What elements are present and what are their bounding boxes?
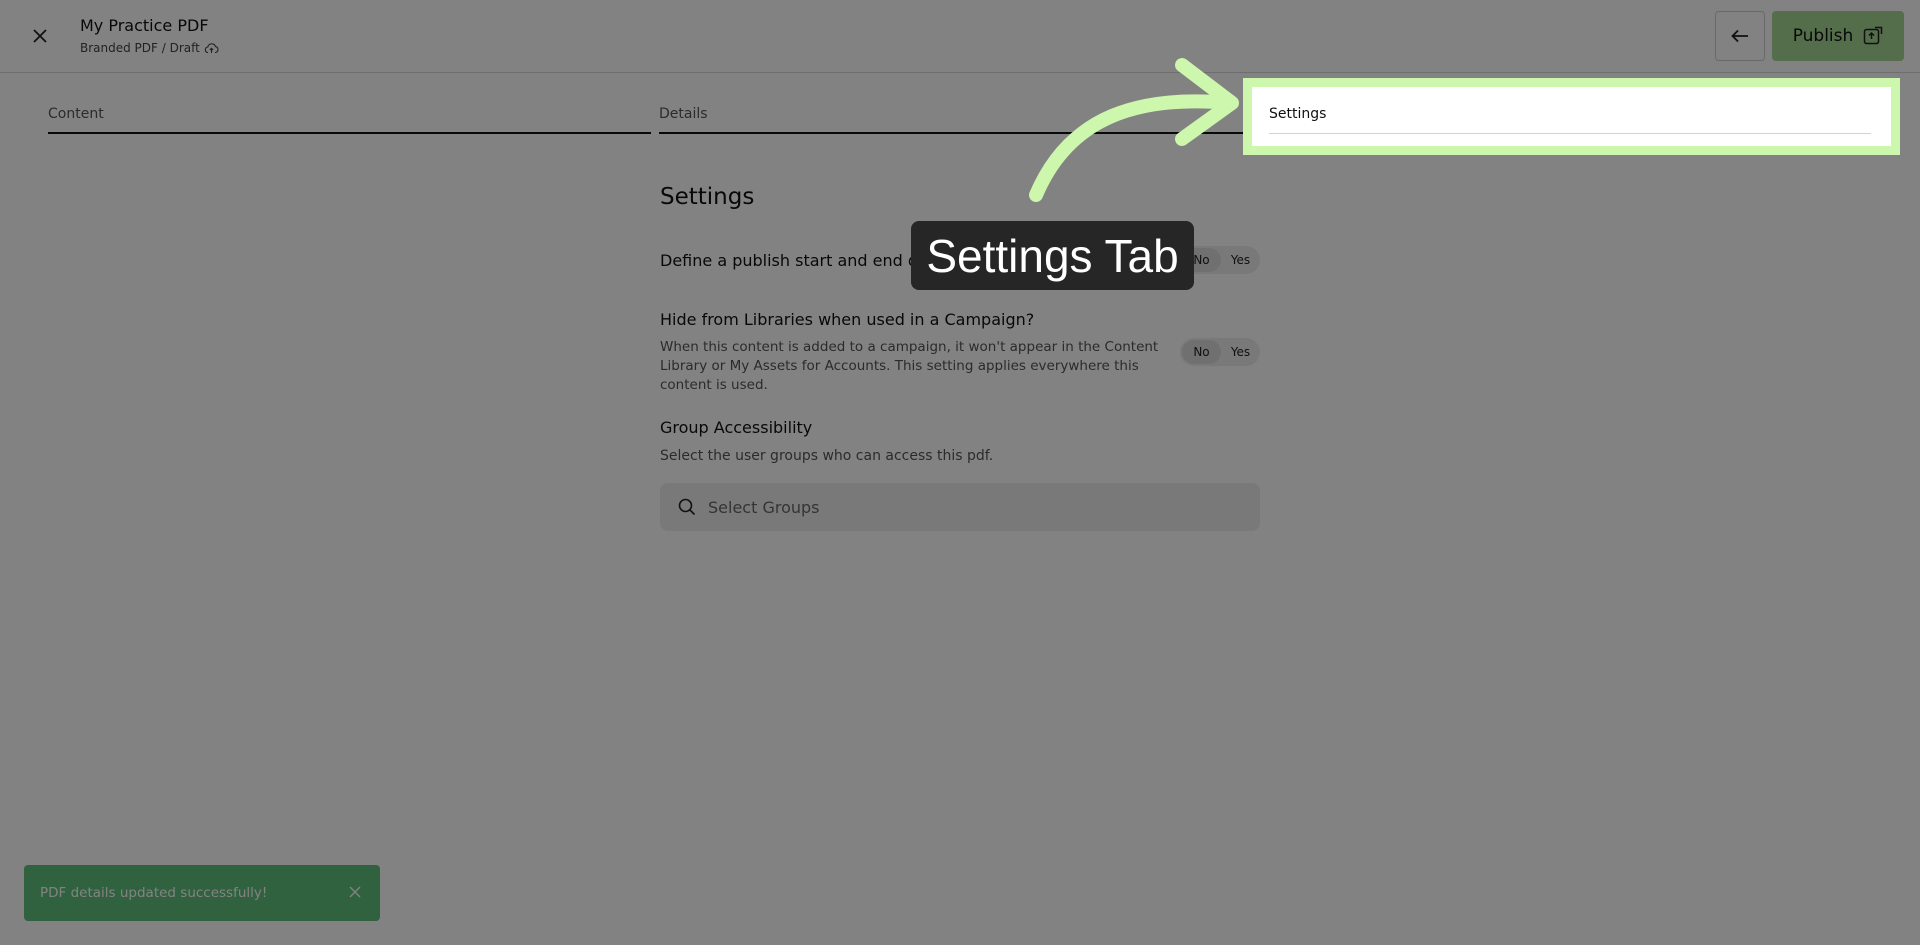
search-icon	[678, 498, 696, 516]
close-button[interactable]	[24, 22, 56, 50]
tab-content[interactable]: Content	[48, 104, 651, 134]
tab-settings[interactable]: Settings	[1269, 104, 1871, 134]
annotation-tooltip: Settings Tab	[911, 221, 1194, 290]
group-accessibility-label: Group Accessibility	[660, 418, 813, 437]
tab-details-label: Details	[659, 106, 708, 122]
group-accessibility-desc: Select the user groups who can access th…	[660, 448, 994, 464]
tab-settings-label: Settings	[1269, 106, 1327, 122]
breadcrumb: Branded PDF / Draft	[80, 41, 219, 55]
success-toast: PDF details updated successfully!	[24, 865, 380, 921]
header: My Practice PDF Branded PDF / Draft Publ…	[0, 0, 1920, 73]
close-icon	[33, 29, 47, 43]
select-groups-field[interactable]	[660, 483, 1260, 531]
publish-label: Publish	[1792, 26, 1854, 46]
tab-content-label: Content	[48, 106, 104, 122]
page-title: My Practice PDF	[80, 16, 209, 35]
settings-title: Settings	[660, 184, 755, 210]
publish-icon	[1864, 26, 1883, 45]
publish-button[interactable]: Publish	[1772, 11, 1904, 61]
arrow-left-icon	[1731, 29, 1748, 43]
toggle-no[interactable]: No	[1182, 340, 1221, 364]
hide-libraries-toggle[interactable]: No Yes	[1180, 338, 1260, 366]
annotation-arrow	[1029, 58, 1239, 202]
toast-message: PDF details updated successfully!	[40, 885, 268, 901]
publish-dates-label: Define a publish start and end date?	[660, 251, 953, 270]
cloud-upload-icon	[204, 43, 219, 54]
toggle-yes[interactable]: Yes	[1221, 345, 1260, 359]
hide-libraries-label: Hide from Libraries when used in a Campa…	[660, 310, 1035, 329]
back-button[interactable]	[1715, 11, 1765, 61]
hide-libraries-desc: When this content is added to a campaign…	[660, 339, 1159, 393]
toggle-yes[interactable]: Yes	[1221, 253, 1260, 267]
breadcrumb-text: Branded PDF / Draft	[80, 41, 200, 55]
select-groups-input[interactable]	[708, 497, 1248, 517]
toast-close-icon[interactable]	[346, 883, 364, 901]
